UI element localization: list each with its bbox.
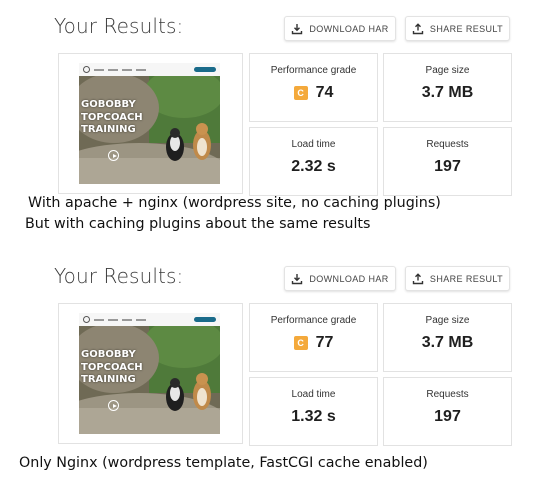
nav-link bbox=[108, 318, 118, 321]
requests-card: Requests 197 bbox=[383, 377, 512, 446]
share-result-label: SHARE RESULT bbox=[429, 23, 504, 34]
website-screenshot: GOBOBBY TOPCOACH TRAINING bbox=[79, 313, 220, 434]
page-size-label: Page size bbox=[425, 315, 470, 326]
download-har-button[interactable]: DOWNLOAD HAR bbox=[284, 16, 396, 41]
screenshot-title-line: TRAINING bbox=[81, 374, 136, 385]
download-icon bbox=[292, 23, 303, 34]
screenshot-title-line: TRAINING bbox=[81, 124, 136, 135]
download-har-label: DOWNLOAD HAR bbox=[309, 273, 389, 284]
screenshot-title-line: TOPCOACH bbox=[81, 361, 143, 373]
share-icon bbox=[412, 22, 424, 34]
results-heading: Your Results: bbox=[54, 14, 184, 38]
page-size-value: 3.7 MB bbox=[421, 84, 474, 101]
load-time-card: Load time 1.32 s bbox=[249, 377, 378, 446]
performance-grade-value: C 74 bbox=[293, 84, 334, 102]
performance-grade-label: Performance grade bbox=[270, 65, 357, 76]
requests-label: Requests bbox=[426, 389, 469, 400]
performance-grade-card: Performance grade C 74 bbox=[249, 53, 378, 122]
screenshot-navbar bbox=[79, 63, 220, 76]
download-har-button[interactable]: DOWNLOAD HAR bbox=[284, 266, 396, 291]
site-logo-icon bbox=[83, 316, 90, 323]
requests-value: 197 bbox=[434, 408, 461, 425]
performance-score: 77 bbox=[315, 334, 334, 351]
website-screenshot-card: GOBOBBY TOPCOACH TRAINING bbox=[58, 303, 243, 444]
load-time-value: 2.32 s bbox=[291, 158, 336, 175]
performance-grade-card: Performance grade C 77 bbox=[249, 303, 378, 372]
nav-link bbox=[94, 318, 104, 321]
requests-card: Requests 197 bbox=[383, 127, 512, 196]
screenshot-navbar bbox=[79, 313, 220, 326]
download-har-label: DOWNLOAD HAR bbox=[309, 23, 389, 34]
nav-link bbox=[122, 318, 132, 321]
nav-link bbox=[136, 68, 146, 71]
play-icon bbox=[108, 150, 119, 161]
website-screenshot: GOBOBBY TOPCOACH TRAINING bbox=[79, 63, 220, 184]
nav-link bbox=[136, 318, 146, 321]
load-time-label: Load time bbox=[291, 139, 336, 150]
share-result-button[interactable]: SHARE RESULT bbox=[405, 266, 510, 291]
nav-link bbox=[108, 68, 118, 71]
page-size-card: Page size 3.7 MB bbox=[383, 53, 512, 122]
share-result-label: SHARE RESULT bbox=[429, 273, 504, 284]
performance-score: 74 bbox=[315, 84, 334, 101]
nav-cta-button bbox=[194, 317, 216, 322]
website-screenshot-card: GOBOBBY TOPCOACH TRAINING bbox=[58, 53, 243, 194]
share-result-button[interactable]: SHARE RESULT bbox=[405, 16, 510, 41]
results-panel-2: Your Results: DOWNLOAD HAR SHARE RESULT bbox=[0, 250, 533, 480]
caption-only-nginx: Only Nginx (wordpress template, FastCGI … bbox=[19, 455, 428, 471]
performance-grade-value: C 77 bbox=[293, 334, 334, 352]
screenshot-title: GOBOBBY TOPCOACH TRAINING bbox=[81, 349, 143, 387]
site-logo-icon bbox=[83, 66, 90, 73]
play-icon bbox=[108, 400, 119, 411]
share-icon bbox=[412, 272, 424, 284]
grade-badge: C bbox=[293, 336, 308, 350]
requests-label: Requests bbox=[426, 139, 469, 150]
screenshot-title-line: GOBOBBY bbox=[81, 349, 136, 360]
page-size-label: Page size bbox=[425, 65, 470, 76]
load-time-card: Load time 2.32 s bbox=[249, 127, 378, 196]
results-heading: Your Results: bbox=[54, 264, 184, 288]
requests-value: 197 bbox=[434, 158, 461, 175]
load-time-value: 1.32 s bbox=[291, 408, 336, 425]
screenshot-title: GOBOBBY TOPCOACH TRAINING bbox=[81, 99, 143, 137]
nav-link bbox=[122, 68, 132, 71]
performance-grade-label: Performance grade bbox=[270, 315, 357, 326]
download-icon bbox=[292, 273, 303, 284]
caption-caching-plugins: But with caching plugins about the same … bbox=[25, 216, 371, 232]
nav-link bbox=[94, 68, 104, 71]
nav-cta-button bbox=[194, 67, 216, 72]
load-time-label: Load time bbox=[291, 389, 336, 400]
screenshot-title-line: GOBOBBY bbox=[81, 99, 136, 110]
page-size-value: 3.7 MB bbox=[421, 334, 474, 351]
grade-badge: C bbox=[293, 86, 308, 100]
screenshot-title-line: TOPCOACH bbox=[81, 111, 143, 123]
caption-apache-nginx: With apache + nginx (wordpress site, no … bbox=[28, 195, 441, 211]
page-size-card: Page size 3.7 MB bbox=[383, 303, 512, 372]
